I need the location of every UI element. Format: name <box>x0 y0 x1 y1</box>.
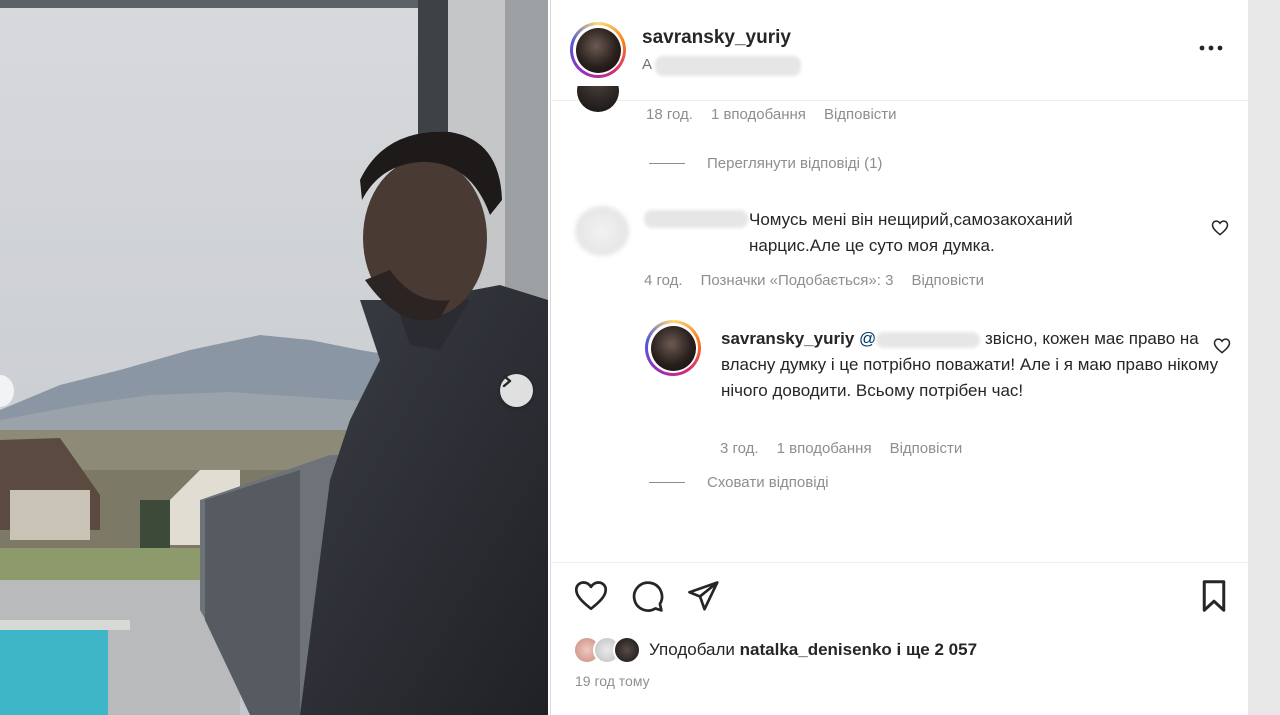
comment-time: 4 год. <box>644 272 683 289</box>
likes-count[interactable]: і ще 2 057 <box>897 640 978 659</box>
post-photo <box>0 0 548 715</box>
author-username[interactable]: savransky_yuriy <box>642 27 791 49</box>
hide-replies-label[interactable]: Сховати відповіді <box>707 474 829 491</box>
background-edge <box>1248 0 1280 715</box>
liked-by-username[interactable]: natalka_denisenko <box>740 640 892 659</box>
redacted-commenter-username[interactable] <box>644 210 748 228</box>
redacted-location <box>655 56 801 76</box>
reply-username[interactable]: savransky_yuriy <box>721 329 854 348</box>
commenter-avatar[interactable] <box>575 206 629 256</box>
post-location[interactable]: A <box>642 56 652 73</box>
comment-likes[interactable]: 1 вподобання <box>711 106 806 123</box>
likes-prefix: Уподобали <box>649 640 735 659</box>
reply-time: 3 год. <box>720 440 759 457</box>
previous-comment-avatar[interactable] <box>577 86 619 112</box>
actions-divider <box>551 562 1249 563</box>
comment-text: Чомусь мені він нещирий,самозакоханий на… <box>749 207 1149 259</box>
more-options-icon[interactable] <box>1196 36 1226 60</box>
post-header: savransky_yuriy A <box>551 0 1249 101</box>
reply-meta: 3 год. 1 вподобання Відповісти <box>720 440 962 457</box>
view-replies-button[interactable]: Переглянути відповіді (1) <box>649 155 882 172</box>
comment-likes[interactable]: Позначки «Подобається»: 3 <box>701 272 894 289</box>
reply-link[interactable]: Відповісти <box>824 106 897 123</box>
bookmark-icon[interactable] <box>1196 578 1232 619</box>
comment-body: Чомусь мені він нещирий,самозакоханий на… <box>749 210 1073 255</box>
post-panel: savransky_yuriy A 18 год. 1 вподобання В… <box>550 0 1249 715</box>
reply-text: savransky_yuriy @ звісно, кожен має прав… <box>721 326 1221 404</box>
thread-line <box>649 482 685 483</box>
reply-link[interactable]: Відповісти <box>911 272 984 289</box>
redacted-mention <box>876 331 981 348</box>
next-photo-button[interactable] <box>500 374 533 407</box>
author-avatar[interactable] <box>570 22 626 78</box>
heart-icon[interactable] <box>573 578 609 619</box>
comment-meta: 4 год. Позначки «Подобається»: 3 Відпові… <box>644 272 984 289</box>
post-timestamp: 19 год тому <box>575 673 650 689</box>
likes-text: Уподобали natalka_denisenko і ще 2 057 <box>649 640 977 660</box>
post-actions <box>551 578 1249 622</box>
reply-likes[interactable]: 1 вподобання <box>777 440 872 457</box>
liker-avatar[interactable] <box>613 636 641 664</box>
view-replies-label[interactable]: Переглянути відповіді (1) <box>707 155 882 172</box>
previous-comment-meta: 18 год. 1 вподобання Відповісти <box>646 106 897 123</box>
likes-summary[interactable]: Уподобали natalka_denisenko і ще 2 057 <box>573 636 977 664</box>
send-icon[interactable] <box>685 578 721 619</box>
reply-mention[interactable]: @ <box>859 329 876 348</box>
photo-scene <box>0 0 548 715</box>
comment-time: 18 год. <box>646 106 693 123</box>
comment-like-heart-icon[interactable] <box>1211 219 1229 241</box>
reply-link[interactable]: Відповісти <box>890 440 963 457</box>
comment-icon[interactable] <box>629 578 665 619</box>
thread-line <box>649 163 685 164</box>
hide-replies-button[interactable]: Сховати відповіді <box>649 474 829 491</box>
reply-author-avatar[interactable] <box>645 320 701 376</box>
reply-like-heart-icon[interactable] <box>1213 337 1231 359</box>
